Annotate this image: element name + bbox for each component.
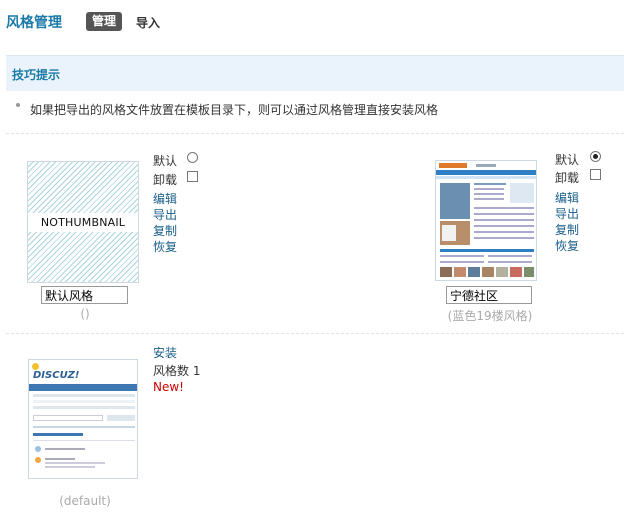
tips-heading: 技巧提示 — [12, 68, 61, 82]
divider — [6, 133, 624, 134]
restore-link[interactable]: 恢复 — [555, 237, 579, 254]
bullet-icon — [16, 103, 20, 107]
style-meta: (default) — [59, 494, 111, 508]
export-link[interactable]: 导出 — [555, 205, 579, 222]
nothumbnail-label: NOTHUMBNAIL — [28, 212, 138, 232]
new-badge: New! — [153, 380, 184, 394]
style-name-input[interactable] — [446, 286, 532, 304]
edit-link[interactable]: 编辑 — [555, 189, 579, 206]
install-link[interactable]: 安装 — [153, 344, 177, 361]
tab-manage[interactable]: 管理 — [86, 12, 123, 31]
default-radio[interactable] — [187, 152, 198, 163]
uninstall-checkbox[interactable] — [590, 169, 601, 180]
style-meta: (蓝色19楼风格) — [447, 309, 533, 323]
default-label: 默认 — [555, 153, 580, 167]
tab-import[interactable]: 导入 — [136, 14, 160, 31]
divider — [6, 333, 624, 334]
uninstall-label: 卸载 — [555, 171, 580, 185]
tips-header: 技巧提示 — [6, 55, 624, 91]
style-thumbnail: NOTHUMBNAIL — [27, 161, 139, 283]
style-meta: () — [80, 307, 90, 321]
tips-text: 如果把导出的风格文件放置在模板目录下，则可以通过风格管理直接安装风格 — [30, 103, 439, 117]
default-radio[interactable] — [590, 151, 601, 162]
style-thumbnail — [435, 160, 537, 281]
copy-link[interactable]: 复制 — [153, 222, 177, 239]
default-label: 默认 — [153, 154, 178, 168]
style-count: 风格数 1 — [153, 364, 201, 378]
uninstall-label: 卸载 — [153, 173, 178, 187]
style-thumbnail: DISCUZ! — [28, 359, 138, 479]
export-link[interactable]: 导出 — [153, 206, 177, 223]
discuz-logo: DISCUZ! — [33, 370, 80, 381]
style-name-input[interactable] — [41, 286, 128, 304]
copy-link[interactable]: 复制 — [555, 221, 579, 238]
restore-link[interactable]: 恢复 — [153, 238, 177, 255]
edit-link[interactable]: 编辑 — [153, 190, 177, 207]
page-title: 风格管理 — [6, 15, 62, 31]
uninstall-checkbox[interactable] — [187, 171, 198, 182]
